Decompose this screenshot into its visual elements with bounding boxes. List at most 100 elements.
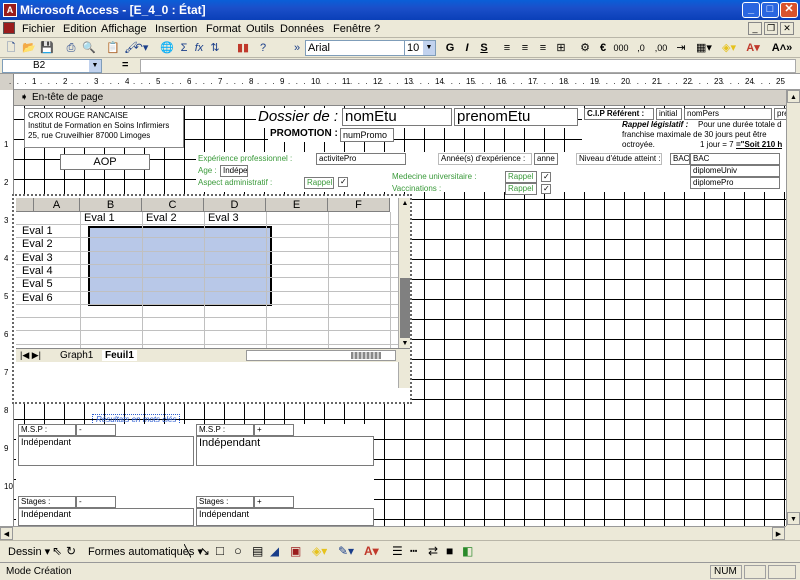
menu-fichier[interactable]: Fichier (22, 23, 55, 35)
cip-label[interactable]: C.I.P Référent : (584, 108, 654, 120)
anne-field[interactable]: anne (534, 153, 558, 165)
rectangle-icon[interactable]: □ (216, 543, 224, 558)
thousands-button[interactable]: 000 (612, 40, 630, 56)
nom-etu-field[interactable]: nomEtu (342, 108, 452, 126)
menu-help[interactable]: ? (374, 23, 380, 35)
bold-button[interactable]: G (444, 40, 456, 56)
menu-donnees[interactable]: Données (280, 23, 324, 35)
excel-hscroll-thumb[interactable] (351, 352, 381, 359)
font-color-icon[interactable]: A▾ (364, 544, 379, 558)
excel-col-header[interactable]: F (328, 198, 390, 212)
menu-fenetre[interactable]: Fenêtre (333, 23, 371, 35)
vaccinations-checkbox[interactable]: ✓ (541, 184, 551, 194)
hyperlink-icon[interactable]: 🌐 (160, 40, 174, 56)
stages-minus-left[interactable]: - (76, 496, 116, 508)
independant-right[interactable]: Indépendant (196, 436, 374, 466)
grow-font-icon[interactable]: A˄» (768, 40, 796, 56)
open-icon[interactable]: 📂 (22, 40, 36, 56)
font-size-select[interactable]: 10 ▼ (404, 40, 436, 56)
aop-box[interactable]: AOP (60, 154, 150, 170)
indent-icon[interactable]: ⇥ (674, 40, 688, 56)
formula-input[interactable] (140, 59, 796, 73)
excel-col-header[interactable]: B (80, 198, 142, 212)
sigma-icon[interactable]: Σ (178, 40, 190, 56)
diplome-pro-field[interactable]: diplomePro (690, 177, 780, 189)
activite-pro-field[interactable]: activitePro (316, 153, 406, 165)
italic-button[interactable]: I (461, 40, 473, 56)
excel-header-cell[interactable]: Eval 3 (208, 212, 239, 224)
maximize-button[interactable]: □ (761, 2, 779, 18)
dessin-menu[interactable]: Dessin ▾ (8, 545, 50, 558)
euro-style-icon[interactable]: ⚙ (578, 40, 592, 56)
diplome-univ-field[interactable]: diplomeUniv (690, 165, 780, 177)
doc-restore-button[interactable]: ❐ (764, 22, 778, 35)
name-box[interactable]: B2 ▼ (2, 59, 102, 73)
stages-independant-left[interactable]: Indépendant (18, 508, 194, 526)
new-icon[interactable]: 🗋 (4, 40, 18, 56)
fill-color-icon[interactable]: ◈▾ (718, 40, 740, 56)
independant-left[interactable]: Indépendant (18, 436, 194, 466)
excel-row-label[interactable]: Eval 6 (22, 292, 53, 304)
scroll-down-icon[interactable]: ▼ (787, 512, 800, 525)
excel-row-label[interactable]: Eval 1 (22, 225, 53, 237)
undo-icon[interactable]: ↶▾ (130, 40, 152, 56)
excel-header-cell[interactable]: Eval 2 (146, 212, 177, 224)
save-icon[interactable]: 💾 (40, 40, 54, 56)
align-left-icon[interactable]: ≡ (500, 40, 514, 56)
aspect-checkbox[interactable]: ✓ (338, 177, 348, 187)
3d-icon[interactable]: ◧ (462, 544, 473, 558)
medecine-checkbox[interactable]: ✓ (541, 172, 551, 182)
menu-outils[interactable]: Outils (246, 23, 274, 35)
scroll-left-icon[interactable]: ◀ (0, 527, 13, 540)
excel-row-label[interactable]: Eval 4 (22, 265, 53, 277)
prenom-etu-field[interactable]: prenomEtu (454, 108, 578, 126)
minimize-button[interactable]: _ (742, 2, 760, 18)
page-header-section-bar[interactable]: ➧ En-tête de page (14, 90, 786, 106)
select-pointer-icon[interactable]: ⇖ (52, 544, 62, 558)
arrow-icon[interactable]: ↘ (200, 544, 210, 558)
sort-icon[interactable]: ⇅ (208, 40, 222, 56)
function-icon[interactable]: fx (192, 40, 206, 56)
tab-feuil1[interactable]: Feuil1 (102, 350, 137, 361)
font-color-icon[interactable]: A▾ (742, 40, 764, 56)
scroll-right-icon[interactable]: ▶ (772, 527, 785, 540)
menu-insertion[interactable]: Insertion (155, 23, 197, 35)
currency-button[interactable]: € (596, 40, 610, 56)
excel-col-header[interactable]: E (266, 198, 328, 212)
line-icon[interactable]: ╲ (184, 544, 191, 558)
report-icon[interactable] (3, 22, 15, 34)
dash-style-icon[interactable]: ┅ (410, 544, 417, 558)
underline-button[interactable]: S (478, 40, 490, 56)
access-icon[interactable]: A (3, 3, 17, 17)
menu-format[interactable]: Format (206, 23, 241, 35)
fill-color-icon[interactable]: ◈▾ (312, 544, 327, 558)
excel-row-label[interactable]: Eval 3 (22, 252, 53, 264)
arrow-style-icon[interactable]: ⇄ (428, 544, 438, 558)
scroll-up-icon[interactable]: ▲ (399, 198, 411, 210)
wordart-icon[interactable]: ◢ (270, 544, 279, 558)
menu-affichage[interactable]: Affichage (101, 23, 147, 35)
line-color-icon[interactable]: ✎▾ (338, 544, 354, 558)
stages-plus-right[interactable]: + (254, 496, 294, 508)
scroll-up-icon[interactable]: ▲ (787, 90, 800, 103)
excel-select-all[interactable] (16, 198, 34, 212)
borders-icon[interactable]: ▦▾ (694, 40, 714, 56)
doc-close-button[interactable]: ✕ (780, 22, 794, 35)
close-button[interactable]: ✕ (780, 2, 798, 18)
oval-icon[interactable]: ○ (234, 543, 242, 558)
shadow-icon[interactable]: ■ (446, 544, 453, 558)
clipart-icon[interactable]: ▣ (290, 544, 301, 558)
merge-center-icon[interactable]: ⊞ (554, 40, 568, 56)
excel-object[interactable]: ▲ ▼ |◀ ▶| Graph1 Feuil1 A B C D E F Eval 1 Eval… (12, 194, 412, 404)
initial-field[interactable]: initial (656, 108, 682, 120)
tab-nav-icon[interactable]: |◀ ▶| (20, 350, 41, 361)
excel-col-header[interactable]: C (142, 198, 204, 212)
nom-pers-field[interactable]: nomPers (684, 108, 772, 120)
stages-independant-right[interactable]: Indépendant (196, 508, 374, 526)
age-field[interactable]: Indépe (220, 165, 248, 177)
pre-field[interactable]: pre (774, 108, 786, 120)
textbox-icon[interactable]: ▤ (252, 544, 263, 558)
excel-row-label[interactable]: Eval 2 (22, 238, 53, 250)
msp-minus-left[interactable]: - (76, 424, 116, 436)
help-icon[interactable]: ? (256, 40, 270, 56)
